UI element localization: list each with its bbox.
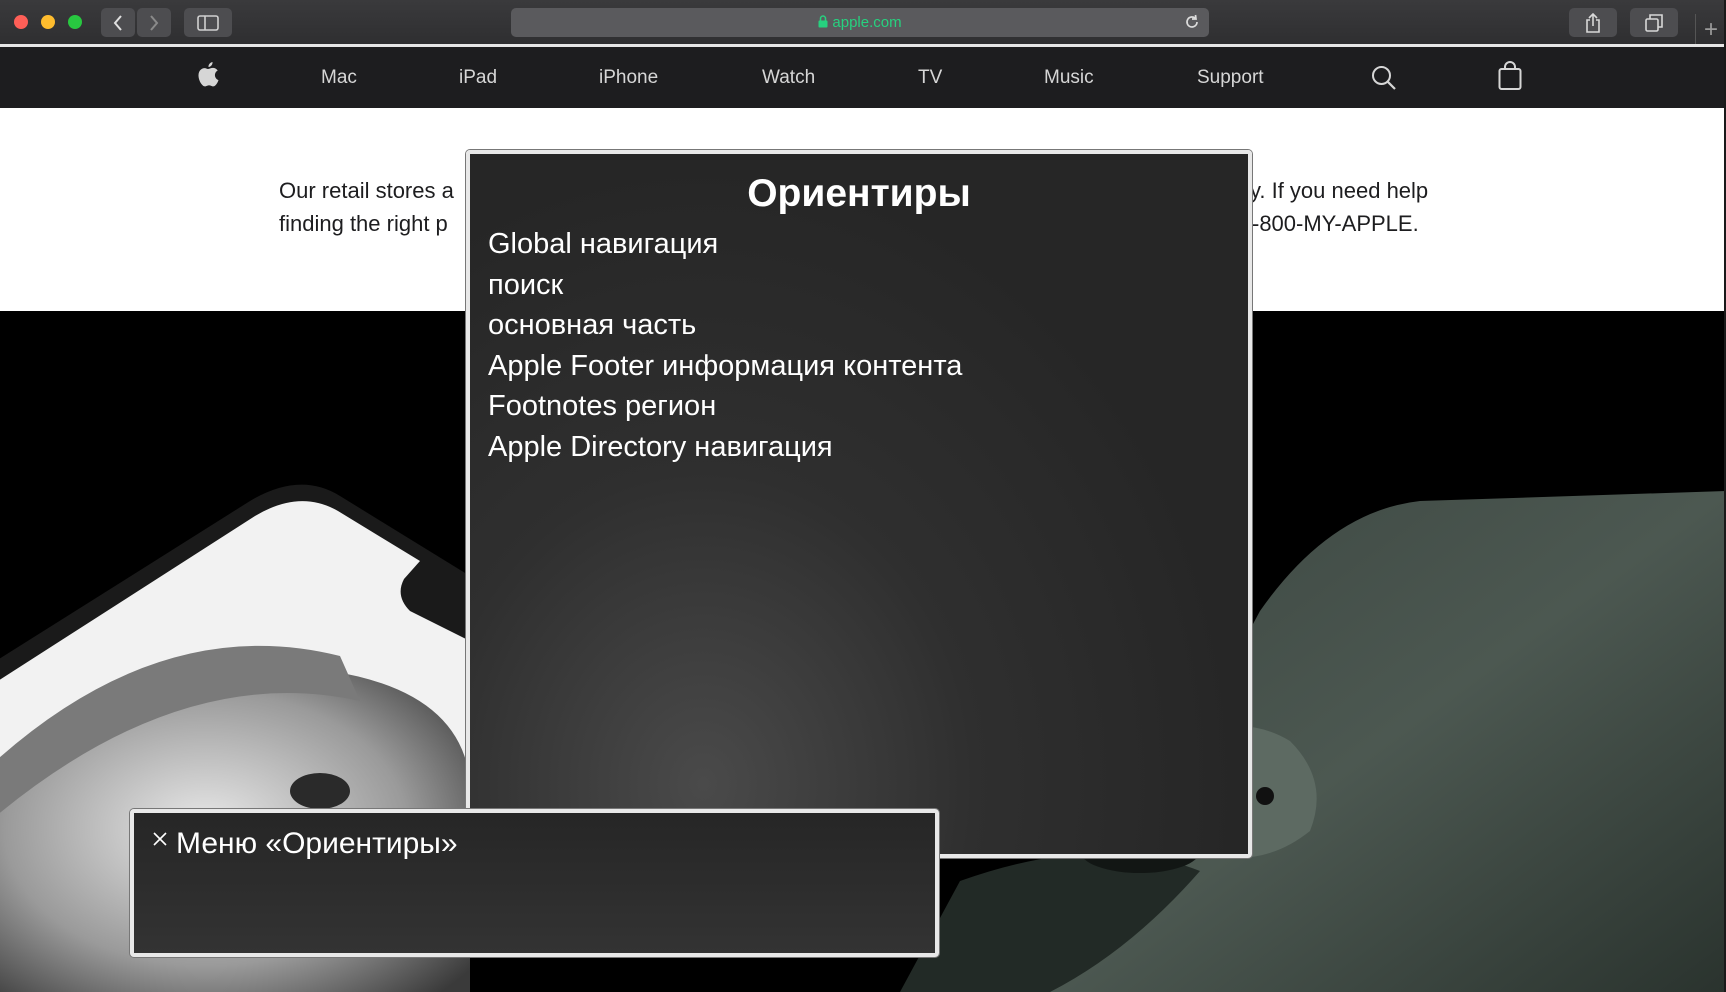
caption-text: Меню «Ориентиры» [176,827,458,860]
apple-logo-icon[interactable] [196,61,220,89]
nav-item-ipad[interactable]: iPad [459,67,497,89]
minimize-window-button[interactable] [41,15,55,29]
rotor-item-directory-nav[interactable]: Apple Directory навигация [488,427,962,468]
rotor-item-search[interactable]: поиск [488,265,962,306]
tab-overview-button[interactable] [1630,8,1678,37]
rotor-item-footer-info[interactable]: Apple Footer информация контента [488,346,962,387]
voiceover-caption: Меню «Ориентиры» [130,809,939,957]
nav-item-tv[interactable]: TV [918,67,942,89]
rotor-item-global-nav[interactable]: Global навигация [488,224,962,265]
search-icon[interactable] [1371,65,1397,91]
lock-icon [818,15,828,28]
chevron-right-icon [150,14,159,31]
share-icon [1586,12,1600,33]
back-button[interactable] [101,8,135,37]
close-icon[interactable] [152,831,168,847]
nav-item-support[interactable]: Support [1197,67,1264,89]
zoom-window-button[interactable] [68,15,82,29]
global-nav: Mac iPad iPhone Watch TV Music Support [0,47,1726,108]
nav-item-music[interactable]: Music [1044,67,1094,89]
notice-line-2: finding the right p [279,211,448,236]
new-tab-button[interactable]: + [1695,14,1726,46]
rotor-item-main[interactable]: основная часть [488,305,962,346]
sidebar-icon [197,14,219,31]
close-window-button[interactable] [14,15,28,29]
browser-toolbar: apple.com + [0,0,1726,47]
notice-line-1-end: y. If you need help [1250,178,1429,203]
share-button[interactable] [1569,8,1617,37]
rotor-list: Global навигация поиск основная часть Ap… [488,224,962,467]
bag-icon[interactable] [1498,61,1522,91]
address-url: apple.com [511,14,1209,31]
reload-icon[interactable] [1183,13,1201,31]
nav-item-watch[interactable]: Watch [762,67,815,89]
rotor-item-footnotes[interactable]: Footnotes регион [488,386,962,427]
nav-item-mac[interactable]: Mac [321,67,357,89]
rotor-title: Ориентиры [747,172,971,215]
tabs-icon [1645,13,1663,32]
landmarks-rotor[interactable]: Ориентиры Global навигация поиск основна… [466,150,1252,858]
nav-item-iphone[interactable]: iPhone [599,67,658,89]
notice-line-1: Our retail stores a [279,178,454,203]
chevron-left-icon [113,14,122,31]
forward-button[interactable] [137,8,171,37]
address-bar[interactable]: apple.com [511,8,1209,37]
notice-line-2-end: -800-MY-APPLE. [1252,211,1419,236]
url-text: apple.com [832,14,902,31]
sidebar-button[interactable] [184,8,232,37]
